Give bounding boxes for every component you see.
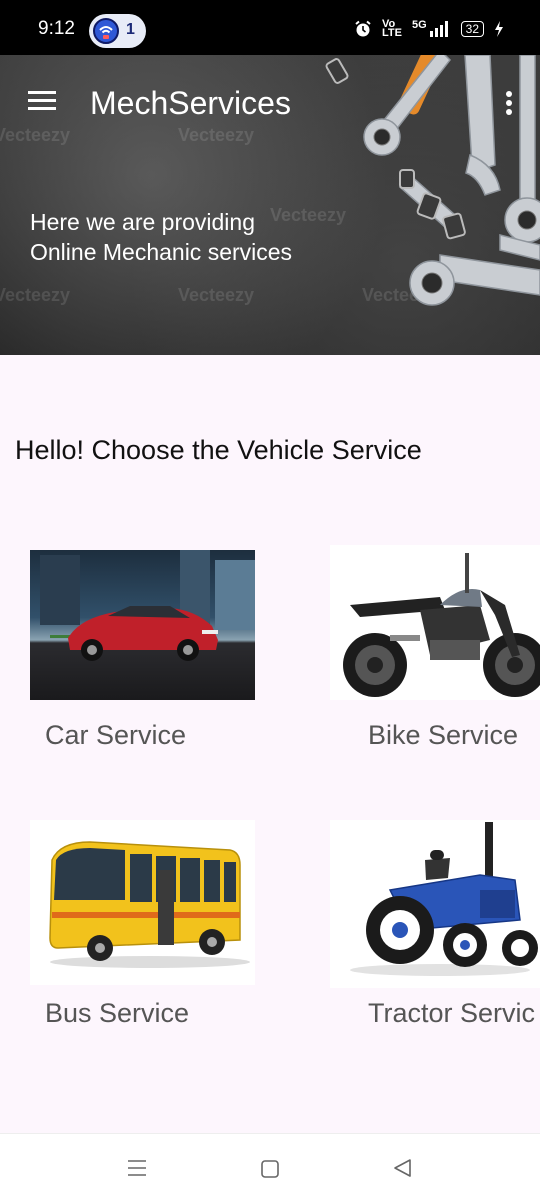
hotspot-icon [93,18,119,44]
alarm-icon [355,20,371,37]
bike-service-card[interactable]: Bike Service [330,545,540,760]
watermark-text: Vecteezy [0,285,71,305]
battery-level: 32 [460,21,484,37]
signal-icon: 5G [412,20,451,37]
car-service-card[interactable]: Car Service [30,550,270,760]
bike-image [330,545,540,700]
status-time: 9:12 [38,18,75,39]
bus-service-card[interactable]: Bus Service [30,820,270,1035]
status-icons: Vo LTE 5G 32 [354,18,504,39]
header-banner: Vecteezy Vecteezy Vecteezy Vecteezy Vect… [0,55,540,355]
car-image [30,550,255,700]
car-service-label: Car Service [45,720,187,750]
charging-icon [495,21,503,37]
tractor-image [330,820,540,988]
bus-image [30,820,255,985]
hotspot-indicator[interactable]: 1 [89,14,146,48]
home-icon[interactable] [259,1158,281,1180]
tractor-service-card[interactable]: Tractor Servic [330,820,540,1035]
hotspot-count: 1 [126,21,135,38]
watermark-text: Vecteezy [0,125,71,145]
bus-service-label: Bus Service [45,998,190,1028]
tools-illustration [325,55,540,306]
page-title: Hello! Choose the Vehicle Service [15,435,422,465]
system-navigation-bar [0,1133,540,1201]
back-icon[interactable] [391,1157,413,1179]
tagline: Here we are providing Online Mechanic se… [30,207,292,267]
more-options-icon[interactable] [506,91,512,118]
hamburger-menu-icon[interactable] [28,91,56,111]
bike-service-label: Bike Service [368,720,519,750]
watermark-text: Vecteezy [178,125,255,145]
car-icon [40,550,255,661]
tractor-service-label: Tractor Servic [368,998,536,1028]
status-bar: 9:12 1 Vo LTE 5G 32 [0,0,540,55]
watermark-text: Vecteezy [178,285,255,305]
recent-apps-icon[interactable] [126,1158,148,1178]
tagline-line-2: Online Mechanic services [30,239,293,265]
app-title: MechServices [90,85,291,121]
tagline-line-1: Here we are providing [30,209,256,235]
tractor-icon [350,822,538,976]
bus-icon [49,841,250,968]
volte-label: Vo LTE [381,18,402,39]
motorcycle-icon [343,553,540,697]
